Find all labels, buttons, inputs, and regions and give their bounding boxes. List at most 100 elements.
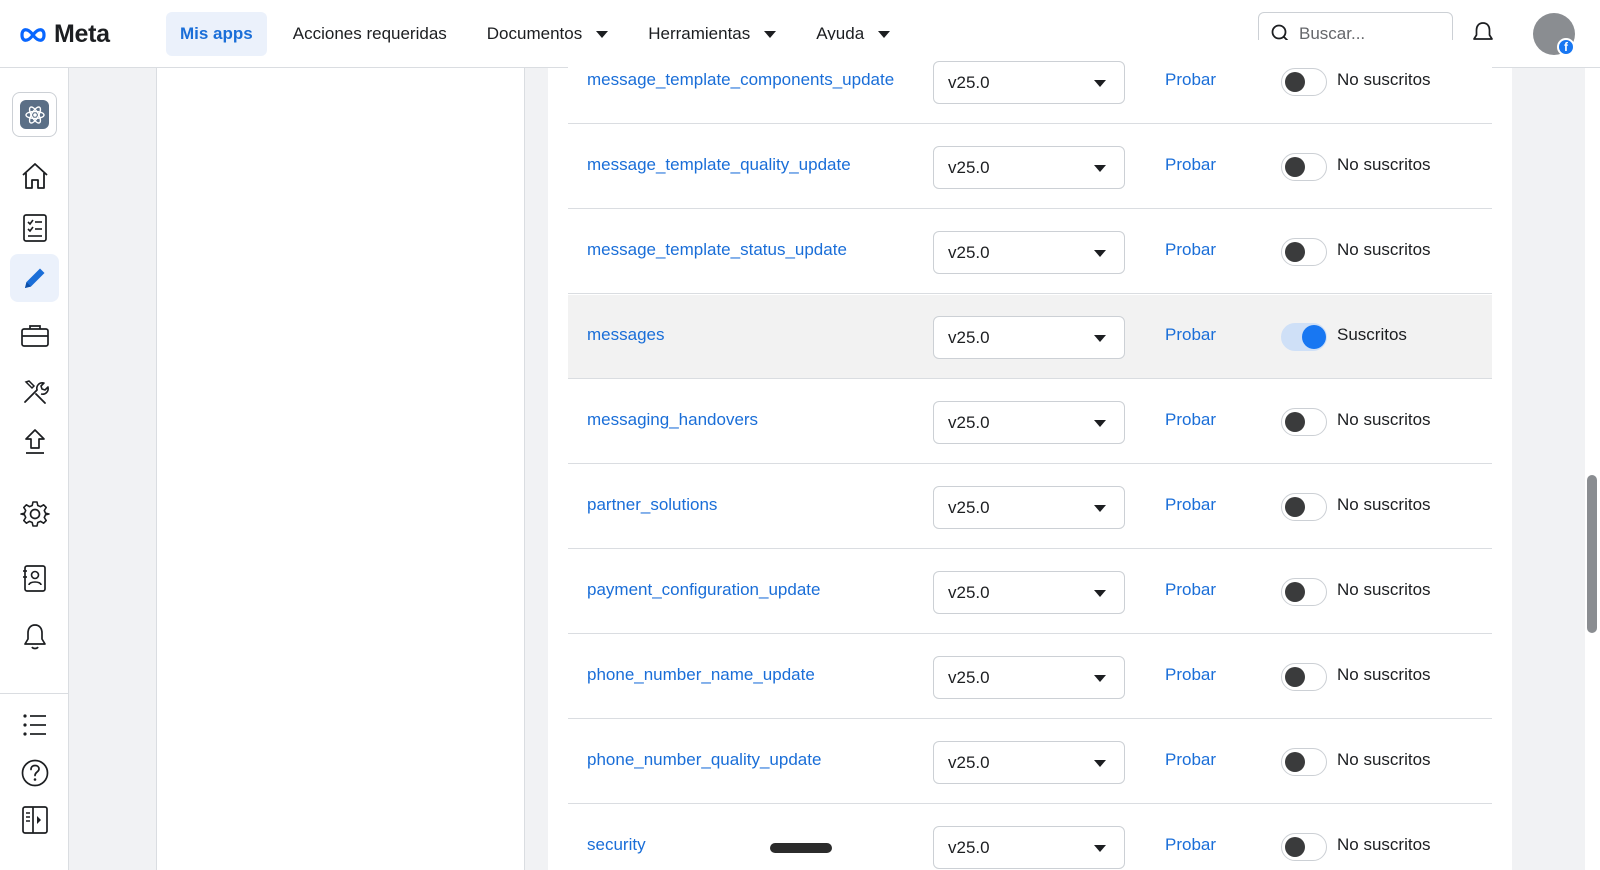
edit-button[interactable] [10,254,59,302]
field-name-link[interactable]: phone_number_name_update [587,665,815,685]
field-name-link[interactable]: messages [587,325,664,345]
caret-down-icon [878,30,891,38]
field-name-link[interactable]: partner_solutions [587,495,717,515]
table-row-subscribed: messages v25.0 Probar Suscritos [568,295,1492,379]
version-value: v25.0 [948,837,990,857]
version-select[interactable]: v25.0 [933,571,1125,614]
nav-label: Mis apps [180,24,253,43]
subscribe-toggle[interactable] [1281,748,1327,776]
version-value: v25.0 [948,242,990,262]
list-icon [22,714,46,736]
caret-down-icon [1094,165,1106,172]
version-select[interactable]: v25.0 [933,231,1125,274]
scrollbar-thumb[interactable] [1587,475,1597,633]
alerts-button[interactable] [10,613,59,661]
test-link[interactable]: Probar [1165,240,1216,260]
version-select[interactable]: v25.0 [933,146,1125,189]
home-button[interactable] [10,152,59,200]
version-select[interactable]: v25.0 [933,656,1125,699]
roles-button[interactable] [10,554,59,602]
field-name-link[interactable]: messaging_handovers [587,410,758,430]
publish-button[interactable] [10,418,59,466]
test-link[interactable]: Probar [1165,495,1216,515]
meta-logo[interactable]: Meta [18,20,110,49]
field-name-link[interactable]: message_template_status_update [587,240,847,260]
test-link[interactable]: Probar [1165,665,1216,685]
field-name-link[interactable]: message_template_quality_update [587,155,851,175]
meta-infinity-logo-icon [20,27,46,42]
field-name-link[interactable]: security [587,835,646,855]
toggle-knob [1285,242,1305,262]
test-link[interactable]: Probar [1165,580,1216,600]
subscription-status: No suscritos [1337,155,1431,174]
sidebar-toggle-icon [21,806,48,834]
nav-mis-apps[interactable]: Mis apps [166,12,267,56]
tools-button[interactable] [10,368,59,416]
test-link[interactable]: Probar [1165,155,1216,175]
toggle-knob [1285,667,1305,687]
subscription-status: Suscritos [1337,325,1407,344]
version-select[interactable]: v25.0 [933,316,1125,359]
caret-down-icon [1094,590,1106,597]
subscription-status: No suscritos [1337,580,1431,599]
version-value: v25.0 [948,667,990,687]
subscribe-toggle[interactable] [1281,578,1327,606]
field-name-link[interactable]: payment_configuration_update [587,580,820,600]
subscribe-toggle[interactable] [1281,238,1327,266]
gear-icon [19,501,50,527]
subscription-status: No suscritos [1337,835,1431,854]
subscribe-toggle[interactable] [1281,493,1327,521]
bell-icon [23,624,46,650]
help-button[interactable] [10,749,59,797]
version-select[interactable]: v25.0 [933,741,1125,784]
version-select[interactable]: v25.0 [933,486,1125,529]
table-row: message_template_quality_update v25.0 Pr… [568,125,1492,209]
version-select[interactable]: v25.0 [933,826,1125,869]
test-link[interactable]: Probar [1165,70,1216,90]
subscribe-toggle[interactable] [1281,68,1327,96]
toggle-knob [1285,412,1305,432]
subscription-status: No suscritos [1337,410,1431,429]
field-name-link[interactable]: phone_number_quality_update [587,750,821,770]
app-switcher-button[interactable] [12,92,57,137]
subscribe-toggle[interactable] [1281,408,1327,436]
app-icon [20,100,49,129]
subscribe-toggle[interactable] [1281,663,1327,691]
toggle-knob [1285,157,1305,177]
table-row: phone_number_quality_update v25.0 Probar… [568,720,1492,804]
toggle-knob [1302,325,1326,349]
collapse-sidebar-button[interactable] [10,796,59,844]
checklist-button[interactable] [10,204,59,252]
caret-down-icon [1094,505,1106,512]
version-value: v25.0 [948,157,990,177]
table-row: messaging_handovers v25.0 Probar No susc… [568,380,1492,464]
nav-acciones-requeridas[interactable]: Acciones requeridas [279,12,461,56]
list-button[interactable] [10,701,59,749]
toggle-knob [1285,752,1305,772]
settings-button[interactable] [10,490,59,538]
home-indicator [770,843,832,853]
field-name-link[interactable]: message_template_components_update [587,70,894,90]
caret-down-icon [1094,845,1106,852]
test-link[interactable]: Probar [1165,835,1216,855]
home-icon [21,163,48,189]
test-link[interactable]: Probar [1165,750,1216,770]
subscribe-toggle[interactable] [1281,153,1327,181]
subscribe-toggle[interactable] [1281,833,1327,861]
briefcase-button[interactable] [10,312,59,360]
table-row: partner_solutions v25.0 Probar No suscri… [568,465,1492,549]
version-select[interactable]: v25.0 [933,61,1125,104]
toggle-knob [1285,72,1305,92]
table-row: phone_number_name_update v25.0 Probar No… [568,635,1492,719]
version-value: v25.0 [948,412,990,432]
test-link[interactable]: Probar [1165,410,1216,430]
subscription-status: No suscritos [1337,495,1431,514]
table-row: message_template_components_update v25.0… [568,40,1492,124]
left-rail [0,68,69,870]
subscription-status: No suscritos [1337,665,1431,684]
subscribe-toggle[interactable] [1281,323,1327,351]
scrollbar-track[interactable] [1585,68,1600,870]
help-icon [21,759,48,787]
test-link[interactable]: Probar [1165,325,1216,345]
version-select[interactable]: v25.0 [933,401,1125,444]
